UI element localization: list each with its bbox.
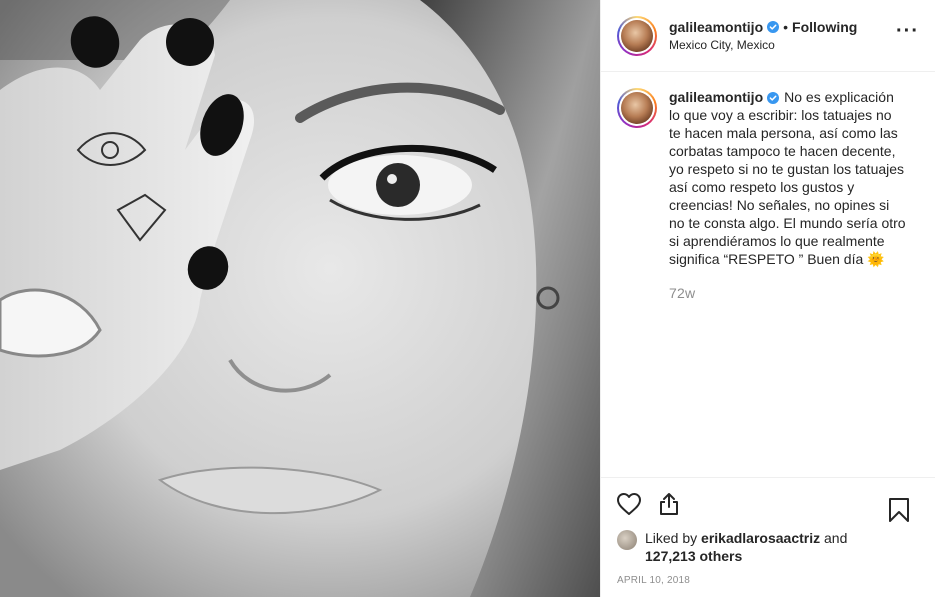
- following-button[interactable]: Following: [792, 18, 857, 36]
- caption-username[interactable]: galileamontijo: [669, 89, 763, 105]
- liker-avatar[interactable]: [617, 530, 637, 550]
- likes-prefix: Liked by: [645, 530, 698, 546]
- instagram-post: galileamontijo • Following Mexico City, …: [0, 0, 935, 597]
- post-date[interactable]: April 10, 2018: [601, 575, 935, 597]
- post-header: galileamontijo • Following Mexico City, …: [601, 0, 935, 72]
- likes-and: and: [824, 530, 848, 546]
- likes-others-link[interactable]: 127,213 others: [645, 548, 742, 564]
- bookmark-icon: [889, 498, 909, 522]
- likes-summary: Liked by erikadlarosaactriz and 127,213 …: [601, 529, 935, 565]
- caption-age[interactable]: 72w: [669, 284, 907, 302]
- like-button[interactable]: [609, 484, 649, 524]
- author-avatar[interactable]: [617, 15, 657, 56]
- save-button[interactable]: [879, 490, 919, 530]
- post-location[interactable]: Mexico City, Mexico: [669, 36, 857, 54]
- verified-badge-icon: [767, 92, 780, 105]
- caption-avatar[interactable]: [617, 88, 657, 128]
- post-sidebar: galileamontijo • Following Mexico City, …: [600, 0, 935, 597]
- share-button[interactable]: [649, 484, 689, 524]
- author-username[interactable]: galileamontijo: [669, 18, 763, 36]
- more-options-icon[interactable]: ···: [896, 21, 919, 41]
- post-photo-image: [0, 0, 600, 597]
- comments-area: galileamontijo No es explicación lo que …: [601, 72, 935, 477]
- post-caption: galileamontijo No es explicación lo que …: [669, 88, 907, 461]
- action-bar: [601, 477, 935, 529]
- follow-separator: •: [783, 18, 789, 35]
- caption-text: No es explicación lo que voy a escribir:…: [669, 89, 906, 267]
- post-photo[interactable]: [0, 0, 600, 597]
- share-icon: [660, 492, 678, 515]
- verified-badge-icon: [767, 20, 780, 33]
- liker-username[interactable]: erikadlarosaactriz: [701, 530, 820, 546]
- heart-icon: [617, 492, 641, 515]
